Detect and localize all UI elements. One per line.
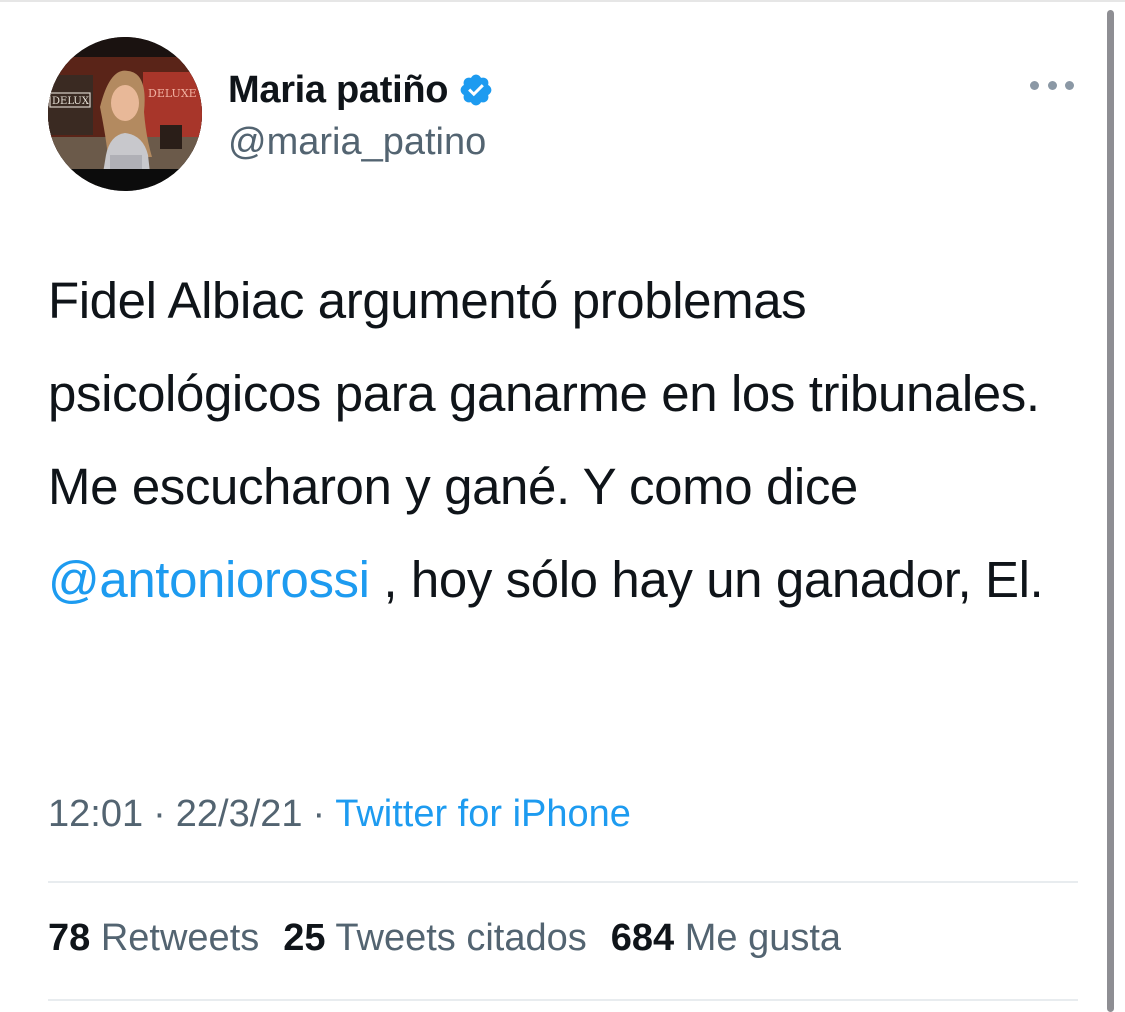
meta-separator: · <box>153 793 166 835</box>
divider <box>48 881 1078 883</box>
avatar-sign-right: DELUXE <box>148 87 197 100</box>
more-options-icon[interactable] <box>1030 75 1074 95</box>
tweet-text-part2: , hoy sólo hay un ganador, El. <box>369 551 1044 608</box>
tweet-source-link[interactable]: Twitter for iPhone <box>335 793 631 835</box>
tweet-meta: 12:01 · 22/3/21 · Twitter for iPhone <box>48 793 631 836</box>
more-dot <box>1030 80 1039 90</box>
retweets-count: 78 <box>48 917 91 959</box>
tweet-text-part1: Fidel Albiac argumentó problemas psicoló… <box>48 272 1040 515</box>
likes-count: 684 <box>610 917 675 959</box>
avatar-sign-left: DELUX <box>52 96 90 107</box>
retweets-label: Retweets <box>100 917 260 959</box>
likes-stat[interactable]: 684 Me gusta <box>611 917 841 960</box>
quotes-label: Tweets citados <box>335 917 587 959</box>
quotes-stat[interactable]: 25 Tweets citados <box>283 917 587 960</box>
quotes-count: 25 <box>283 917 326 959</box>
tweet-time[interactable]: 12:01 <box>48 793 143 835</box>
divider <box>48 999 1078 1001</box>
top-edge-line <box>0 0 1125 2</box>
avatar[interactable]: DELUX DELUXE <box>48 37 202 191</box>
display-name[interactable]: Maria patiño <box>228 69 449 112</box>
meta-separator: · <box>312 793 326 835</box>
author-handle[interactable]: @maria_patino <box>228 121 494 164</box>
retweets-stat[interactable]: 78 Retweets <box>48 917 259 960</box>
scrollbar[interactable] <box>1107 10 1114 1012</box>
verified-badge-icon <box>460 74 492 106</box>
tweet-text: Fidel Albiac argumentó problemas psicoló… <box>48 254 1068 626</box>
tweet-stats: 78 Retweets 25 Tweets citados 684 Me gusta <box>48 917 865 960</box>
tweet-header: DELUX DELUXE Maria patiño @maria_patino <box>48 37 1078 191</box>
more-dot <box>1047 80 1057 90</box>
display-name-row: Maria patiño <box>228 67 494 113</box>
tweet-date[interactable]: 22/3/21 <box>176 793 303 835</box>
more-dot <box>1065 80 1074 90</box>
mention-link[interactable]: @antoniorossi <box>48 551 370 608</box>
author-info: Maria patiño @maria_patino <box>228 67 494 164</box>
likes-label: Me gusta <box>684 917 842 959</box>
avatar-image: DELUX DELUXE <box>48 37 202 191</box>
